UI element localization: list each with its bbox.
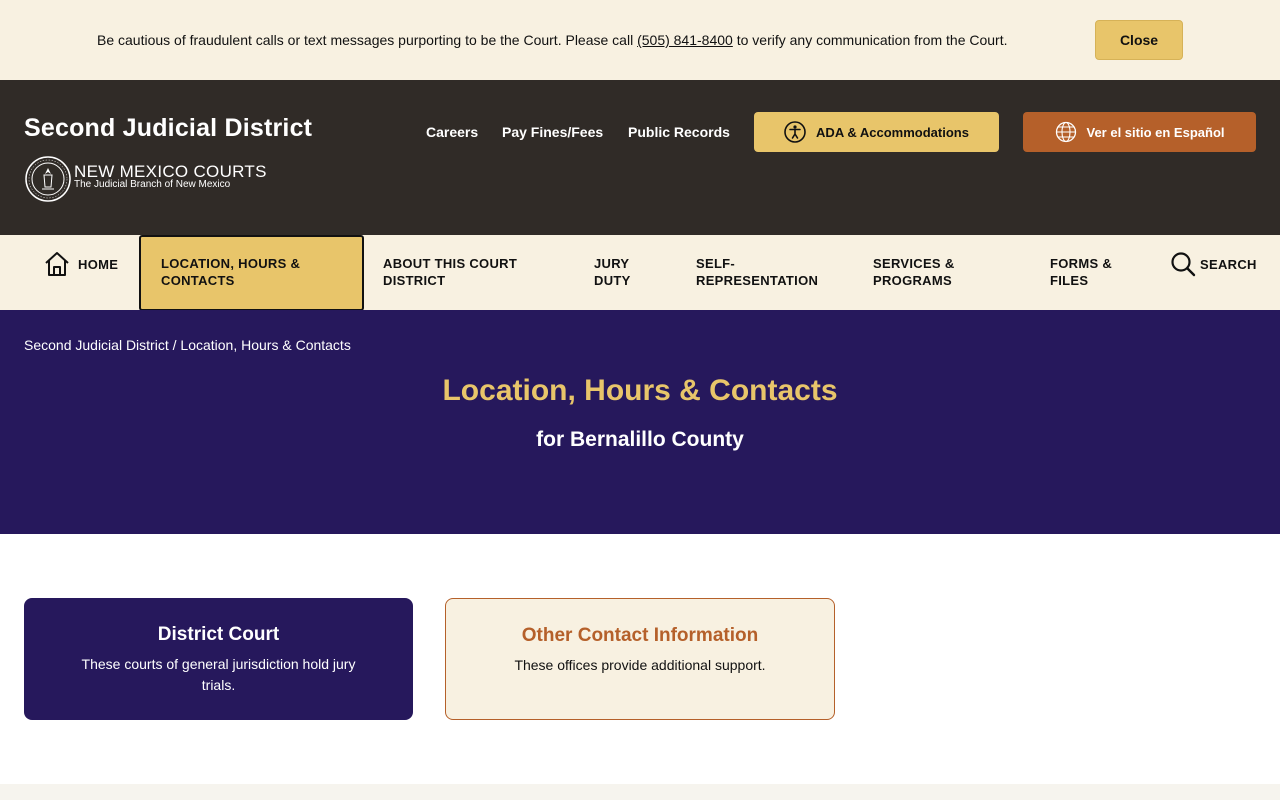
nav-item-line1: SERVICES & (873, 256, 955, 271)
nav-item-line1: SELF- (696, 256, 736, 271)
page-hero: Second Judicial District / Location, Hou… (0, 310, 1280, 534)
nav-services-programs[interactable]: SERVICES & PROGRAMS (873, 255, 955, 289)
card-title: District Court (157, 624, 280, 645)
page-title: Location, Hours & Contacts (442, 374, 838, 407)
nav-location-hours-contacts[interactable]: LOCATION, HOURS & CONTACTS (139, 235, 364, 311)
court-seal-icon (25, 156, 71, 202)
nav-home[interactable]: HOME (44, 251, 118, 277)
nm-courts-subtitle: The Judicial Branch of New Mexico (74, 179, 231, 190)
site-title[interactable]: Second Judicial District (24, 114, 312, 143)
nav-home-label: HOME (78, 256, 119, 272)
nav-item-line2: DISTRICT (383, 273, 446, 288)
spanish-label: Ver el sitio en Español (1086, 124, 1225, 140)
nav-item-line2: DUTY (594, 273, 631, 288)
accessibility-icon (784, 121, 806, 143)
ada-label: ADA & Accommodations (816, 124, 969, 140)
spanish-site-button[interactable]: Ver el sitio en Español (1023, 112, 1256, 152)
nav-item-line1: JURY (594, 256, 630, 271)
nav-search-label: SEARCH (1200, 256, 1257, 272)
breadcrumb-root-link[interactable]: Second Judicial District (24, 337, 169, 353)
nav-item-line2: CONTACTS (161, 273, 235, 288)
nav-search[interactable]: SEARCH (1170, 251, 1257, 277)
search-icon (1171, 252, 1196, 277)
other-contact-card[interactable]: Other Contact Information These offices … (445, 598, 835, 720)
careers-link[interactable]: Careers (426, 124, 478, 140)
alert-close-button[interactable]: Close (1095, 20, 1183, 60)
pay-fines-link[interactable]: Pay Fines/Fees (502, 124, 603, 140)
breadcrumb: Second Judicial District / Location, Hou… (24, 337, 351, 353)
nav-forms-files[interactable]: FORMS & FILES (1050, 255, 1112, 289)
public-records-link[interactable]: Public Records (628, 124, 730, 140)
alert-text-after: to verify any communication from the Cou… (732, 32, 1008, 48)
site-header: Second Judicial District NEW MEXICO COUR… (0, 80, 1280, 235)
nav-jury-duty[interactable]: JURY DUTY (594, 255, 631, 289)
card-title: Other Contact Information (521, 625, 759, 646)
fraud-alert-banner: Be cautious of fraudulent calls or text … (0, 0, 1280, 80)
breadcrumb-current: Location, Hours & Contacts (180, 337, 351, 353)
ada-accommodations-button[interactable]: ADA & Accommodations (754, 112, 999, 152)
main-nav: HOME LOCATION, HOURS & CONTACTS ABOUT TH… (0, 235, 1280, 311)
alert-message: Be cautious of fraudulent calls or text … (97, 32, 1008, 48)
footer-strip (0, 784, 1280, 800)
alert-text-before: Be cautious of fraudulent calls or text … (97, 32, 638, 48)
alert-phone-link[interactable]: (505) 841-8400 (637, 32, 733, 48)
nav-about-court-district[interactable]: ABOUT THIS COURT DISTRICT (383, 255, 517, 289)
breadcrumb-separator: / (168, 337, 181, 353)
nav-item-line1: LOCATION, HOURS & (161, 256, 301, 271)
home-icon (45, 252, 69, 276)
page-subtitle: for Bernalillo County (536, 428, 744, 451)
district-court-card[interactable]: District Court These courts of general j… (24, 598, 413, 720)
card-description: These offices provide additional support… (514, 657, 766, 673)
nav-item-line2: REPRESENTATION (696, 273, 819, 288)
globe-icon (1055, 121, 1076, 143)
nav-item-line1: FORMS & (1050, 256, 1113, 271)
nav-item-line2: PROGRAMS (873, 273, 952, 288)
nav-item-line2: FILES (1050, 273, 1089, 288)
card-description: These courts of general jurisdiction hol… (81, 656, 356, 693)
nav-item-line1: ABOUT THIS COURT (383, 256, 518, 271)
nav-self-representation[interactable]: SELF- REPRESENTATION (696, 255, 818, 289)
nm-courts-logo[interactable]: NEW MEXICO COURTS The Judicial Branch of… (24, 155, 274, 203)
